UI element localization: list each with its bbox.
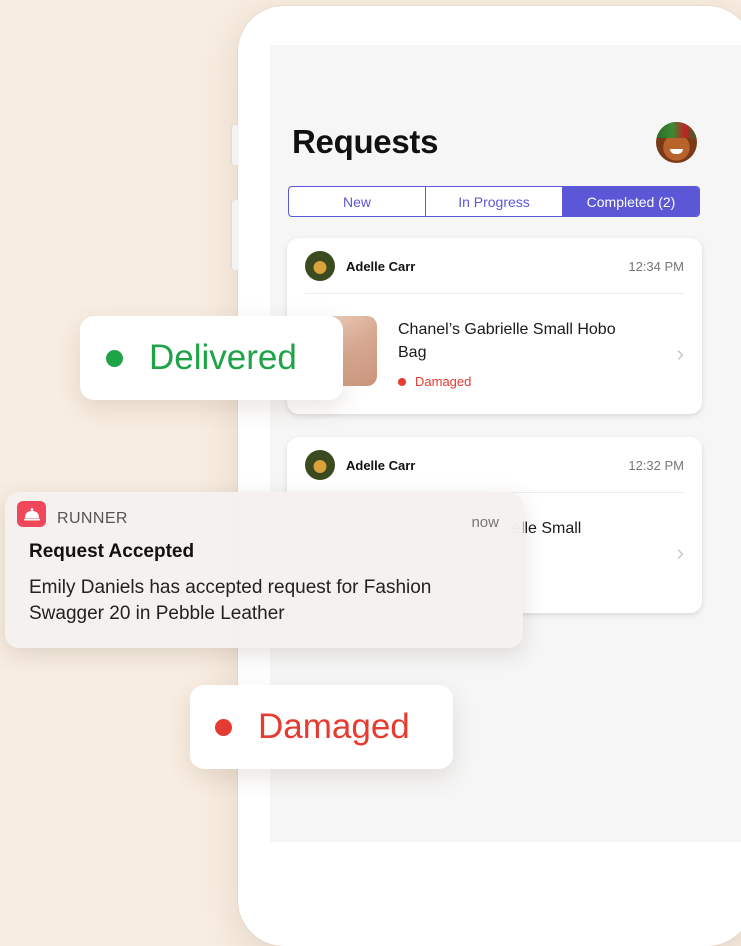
chevron-right-icon[interactable]: › — [677, 341, 684, 367]
delivered-dot — [106, 349, 123, 367]
request-tabs: New In Progress Completed (2) — [288, 186, 700, 217]
user-avatar — [305, 450, 335, 480]
chevron-right-icon[interactable]: › — [677, 540, 684, 566]
status-dot — [398, 377, 406, 386]
product-name: Chanel’s Gabrielle Small Hobo Bag — [398, 321, 616, 361]
push-notification[interactable]: RUNNER now Request Accepted Emily Daniel… — [5, 492, 523, 648]
delivered-label: Delivered — [149, 338, 297, 377]
status-badge: Damaged — [398, 374, 471, 389]
notification-time: now — [471, 514, 499, 531]
delivered-status-pill: Delivered — [80, 316, 343, 400]
user-name: Adelle Carr — [346, 458, 416, 473]
request-card[interactable]: Adelle Carr 12:34 PM Chanel’s Gabrielle … — [287, 238, 702, 414]
profile-avatar[interactable] — [656, 122, 697, 163]
tab-completed[interactable]: Completed (2) — [563, 187, 699, 216]
request-time: 12:32 PM — [628, 458, 684, 473]
notification-title: Request Accepted — [29, 541, 195, 562]
notification-app-name: RUNNER — [57, 510, 128, 527]
avatar-smile — [670, 149, 683, 154]
phone-side-button — [232, 200, 239, 270]
tab-in-progress[interactable]: In Progress — [426, 187, 563, 216]
bell-icon — [17, 501, 46, 527]
card-divider — [305, 293, 684, 294]
status-label: Damaged — [415, 374, 472, 389]
request-time: 12:34 PM — [628, 259, 684, 274]
user-name: Adelle Carr — [346, 259, 416, 274]
bell-icon-glyph — [23, 508, 40, 521]
avatar-hair — [656, 122, 697, 138]
notification-body: Emily Daniels has accepted request for F… — [29, 577, 432, 624]
user-avatar — [305, 251, 335, 281]
product-name: elle Small — [512, 520, 582, 537]
tab-new[interactable]: New — [289, 187, 426, 216]
damaged-dot — [215, 718, 232, 736]
page-title: Requests — [292, 123, 439, 160]
damaged-label: Damaged — [258, 707, 410, 746]
damaged-status-pill: Damaged — [190, 685, 453, 769]
phone-side-button — [232, 125, 239, 165]
